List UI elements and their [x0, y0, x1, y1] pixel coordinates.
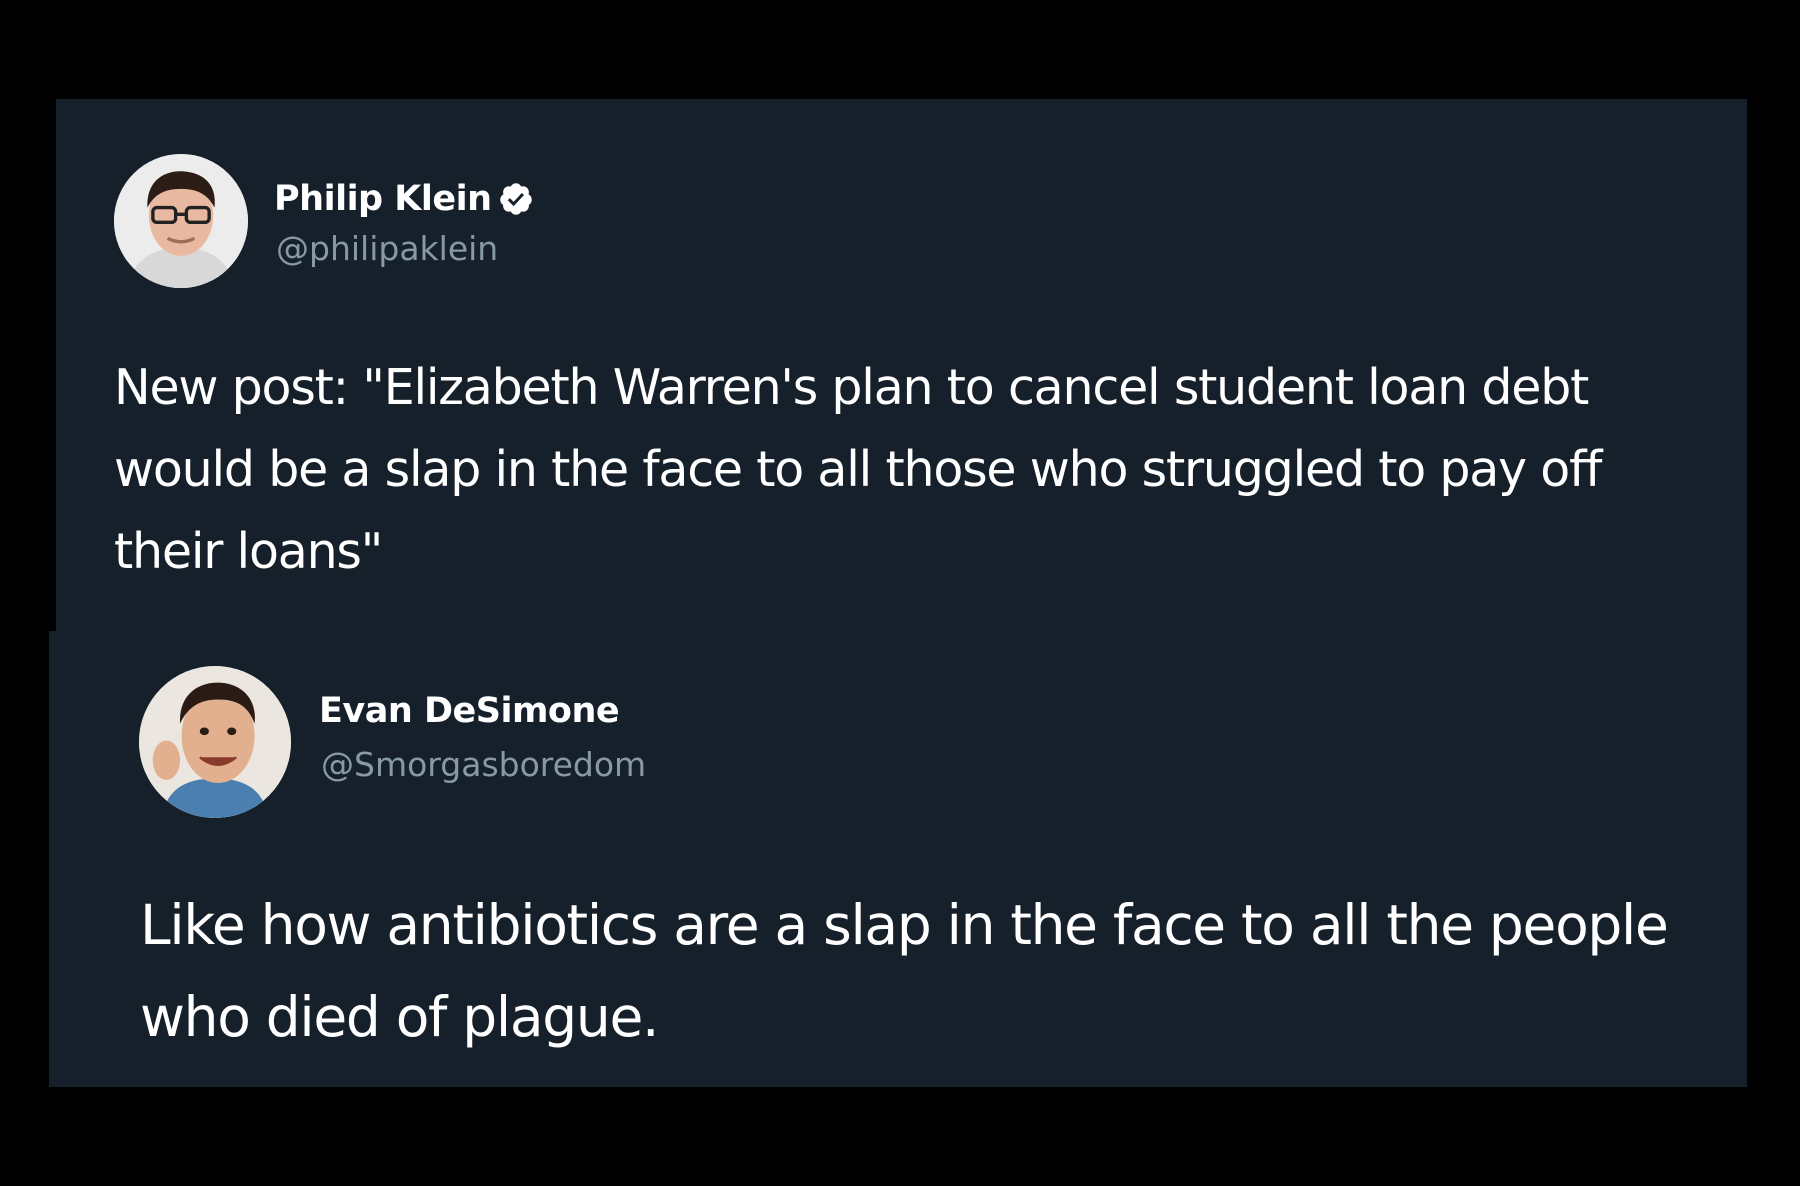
author-avatar[interactable]	[114, 154, 248, 288]
author-display-name[interactable]: Philip Klein	[274, 179, 492, 219]
author-avatar[interactable]	[139, 666, 291, 818]
author-display-name[interactable]: Evan DeSimone	[319, 691, 620, 731]
tweet-card-reply[interactable]: Evan DeSimone @Smorgasboredom Like how a…	[49, 631, 1747, 1087]
author-handle[interactable]: @Smorgasboredom	[321, 745, 646, 785]
tweet-text: Like how antibiotics are a slap in the f…	[140, 893, 1669, 1049]
author-handle[interactable]: @philipaklein	[276, 229, 498, 269]
verified-badge-icon	[498, 181, 534, 217]
author-name-row: Philip Klein	[274, 179, 534, 219]
person-selfie-avatar-icon	[139, 666, 291, 818]
tweet-text: New post: "Elizabeth Warren's plan to ca…	[114, 359, 1602, 580]
tweet-card-original[interactable]: Philip Klein @philipaklein New post: "El…	[56, 99, 1747, 631]
author-name-row: Evan DeSimone	[319, 691, 620, 731]
person-with-glasses-avatar-icon	[114, 154, 248, 288]
